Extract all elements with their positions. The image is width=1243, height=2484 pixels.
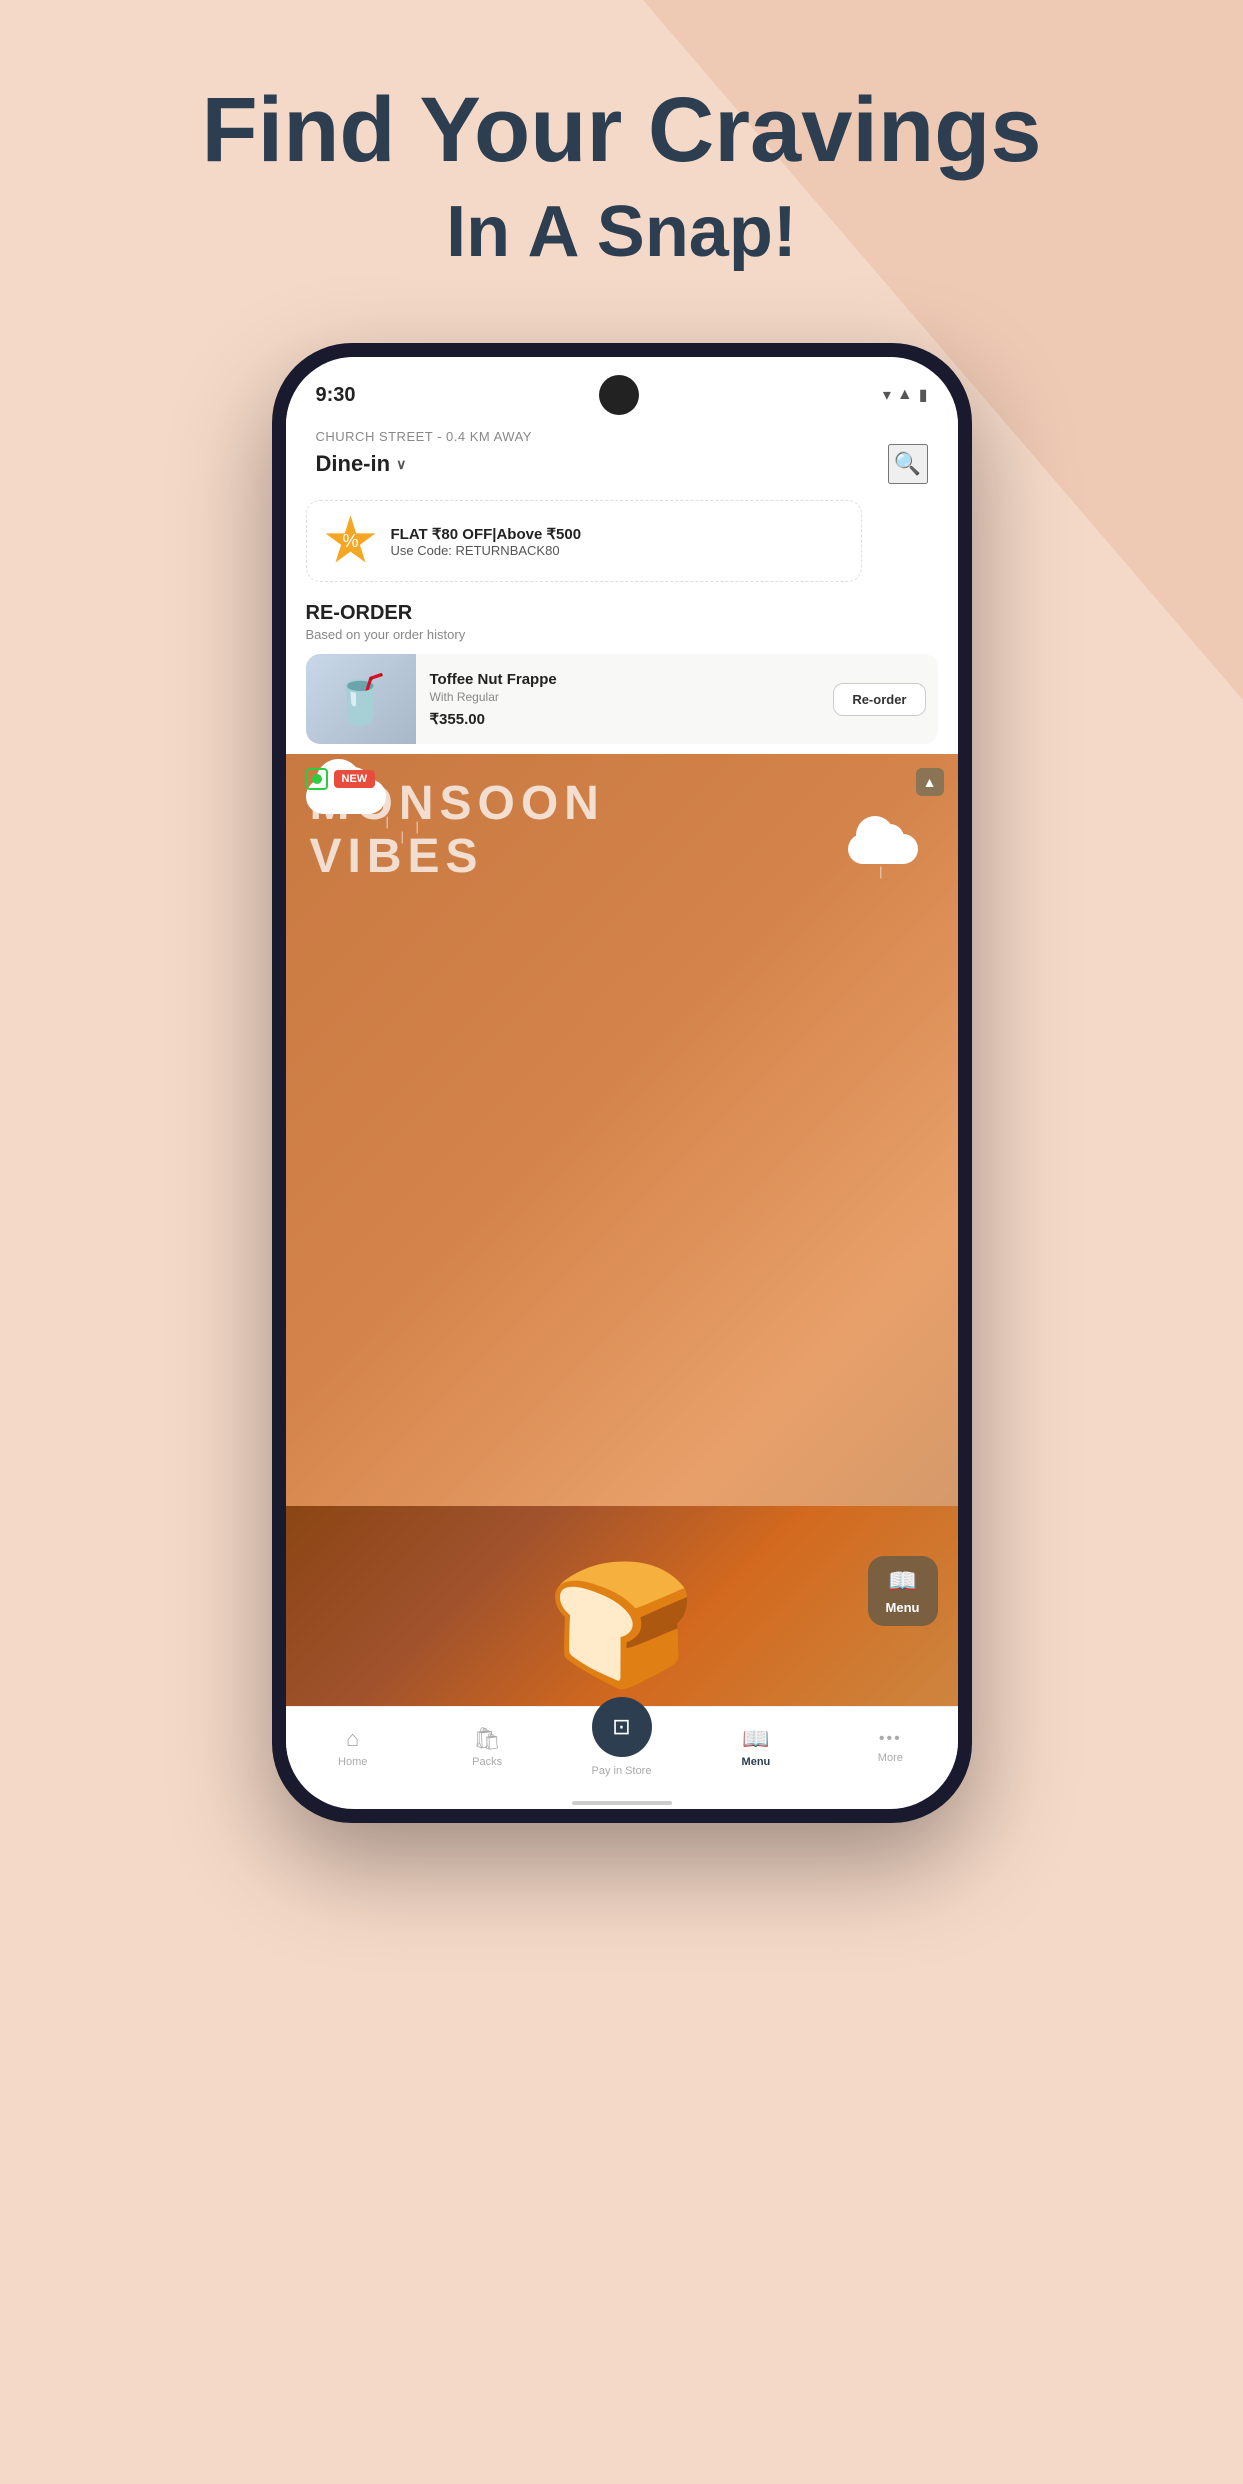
veg-dot bbox=[312, 774, 322, 784]
promo-badge: % bbox=[325, 515, 377, 567]
menu-fab-label: Menu bbox=[886, 1600, 920, 1615]
dine-in-label: Dine-in bbox=[316, 451, 391, 477]
reorder-item-info: Toffee Nut Frappe With Regular ₹355.00 bbox=[430, 661, 820, 738]
status-time: 9:30 bbox=[316, 384, 356, 407]
food-photo bbox=[286, 1506, 958, 1706]
menu-fab-button[interactable]: 📖 Menu bbox=[868, 1556, 938, 1626]
nav-item-menu[interactable]: 📖 Menu bbox=[689, 1717, 823, 1777]
scroll-up-icon[interactable]: ▲ bbox=[916, 768, 944, 796]
rain-drop-2: | bbox=[401, 829, 404, 844]
packs-nav-label: Packs bbox=[472, 1756, 502, 1768]
hero-header: Find Your Cravings In A Snap! bbox=[201, 80, 1041, 273]
menu-icon: 📖 bbox=[742, 1726, 769, 1752]
food-image-area bbox=[286, 1506, 958, 1706]
frappe-illustration bbox=[306, 654, 416, 744]
more-icon: ••• bbox=[879, 1730, 902, 1748]
monsoon-title-line1: MONSOON bbox=[310, 778, 934, 831]
status-bar: 9:30 ▾ ▲ ▮ bbox=[286, 357, 958, 415]
reorder-card: Toffee Nut Frappe With Regular ₹355.00 R… bbox=[306, 654, 938, 744]
packs-icon: 🛍 bbox=[473, 1726, 501, 1752]
reorder-item-price: ₹355.00 bbox=[430, 710, 820, 728]
more-nav-label: More bbox=[878, 1752, 903, 1764]
promo-sub-text: Use Code: RETURNBACK80 bbox=[391, 543, 582, 558]
pay-in-store-button[interactable]: ⊡ bbox=[592, 1697, 652, 1757]
veg-icon bbox=[306, 768, 328, 790]
nav-item-home[interactable]: ⌂ Home bbox=[286, 1717, 420, 1777]
reorder-item-name: Toffee Nut Frappe bbox=[430, 671, 820, 688]
location-address: CHURCH STREET - 0.4 KM AWAY bbox=[316, 429, 928, 444]
new-badge-area: NEW bbox=[306, 768, 376, 790]
pay-in-store-icon: ⊡ bbox=[612, 1714, 630, 1740]
pay-nav-label: Pay in Store bbox=[592, 1765, 652, 1777]
rain-drop-4: | bbox=[894, 849, 897, 864]
reorder-button[interactable]: Re-order bbox=[833, 683, 925, 716]
home-icon: ⌂ bbox=[346, 1726, 359, 1752]
promo-main-text: FLAT ₹80 OFF|Above ₹500 bbox=[391, 525, 582, 543]
location-bar: CHURCH STREET - 0.4 KM AWAY Dine-in ∨ 🔍 bbox=[286, 415, 958, 484]
promo-section: % FLAT ₹80 OFF|Above ₹500 Use Code: RETU… bbox=[286, 484, 958, 582]
wifi-icon: ▾ bbox=[883, 385, 891, 405]
rain-drop-5: | bbox=[879, 864, 882, 879]
reorder-item-image bbox=[306, 654, 416, 744]
monsoon-banner: MONSOON VIBES | | | | | NEW ▲ bbox=[286, 754, 958, 1706]
nav-item-more[interactable]: ••• More bbox=[823, 1717, 957, 1777]
phone-frame: 9:30 ▾ ▲ ▮ CHURCH STREET - 0.4 KM AWAY D… bbox=[272, 343, 972, 1823]
home-nav-label: Home bbox=[338, 1756, 367, 1768]
phone-mockup: 9:30 ▾ ▲ ▮ CHURCH STREET - 0.4 KM AWAY D… bbox=[272, 343, 972, 1823]
nav-item-packs[interactable]: 🛍 Packs bbox=[420, 1717, 554, 1777]
bottom-navigation: ⌂ Home 🛍 Packs ⊡ Pay in Store 📖 Menu bbox=[286, 1706, 958, 1797]
percent-icon: % bbox=[342, 531, 358, 552]
sub-headline: In A Snap! bbox=[201, 191, 1041, 273]
signal-icon: ▲ bbox=[897, 386, 913, 404]
menu-nav-label: Menu bbox=[742, 1756, 771, 1768]
promo-text: FLAT ₹80 OFF|Above ₹500 Use Code: RETURN… bbox=[391, 525, 582, 558]
home-indicator bbox=[572, 1801, 672, 1805]
menu-fab-icon: 📖 bbox=[888, 1567, 918, 1596]
rain-drop-1: | bbox=[386, 814, 389, 829]
battery-icon: ▮ bbox=[919, 385, 928, 405]
new-label: NEW bbox=[334, 770, 376, 788]
reorder-item-variant: With Regular bbox=[430, 690, 820, 704]
main-headline: Find Your Cravings bbox=[201, 80, 1041, 181]
search-button[interactable]: 🔍 bbox=[888, 444, 928, 484]
chevron-down-icon: ∨ bbox=[396, 456, 406, 473]
reorder-section: RE-ORDER Based on your order history Tof… bbox=[286, 582, 958, 754]
rain-drop-3: | bbox=[416, 819, 419, 834]
phone-screen: 9:30 ▾ ▲ ▮ CHURCH STREET - 0.4 KM AWAY D… bbox=[286, 357, 958, 1809]
search-icon: 🔍 bbox=[894, 451, 921, 477]
promo-card[interactable]: % FLAT ₹80 OFF|Above ₹500 Use Code: RETU… bbox=[306, 500, 862, 582]
reorder-subtitle: Based on your order history bbox=[306, 627, 938, 642]
dine-in-selector[interactable]: Dine-in ∨ bbox=[316, 451, 407, 477]
reorder-title: RE-ORDER bbox=[306, 602, 938, 625]
camera-notch bbox=[599, 375, 639, 415]
status-icons: ▾ ▲ ▮ bbox=[883, 385, 928, 405]
nav-item-pay-in-store[interactable]: ⊡ Pay in Store bbox=[554, 1717, 688, 1777]
